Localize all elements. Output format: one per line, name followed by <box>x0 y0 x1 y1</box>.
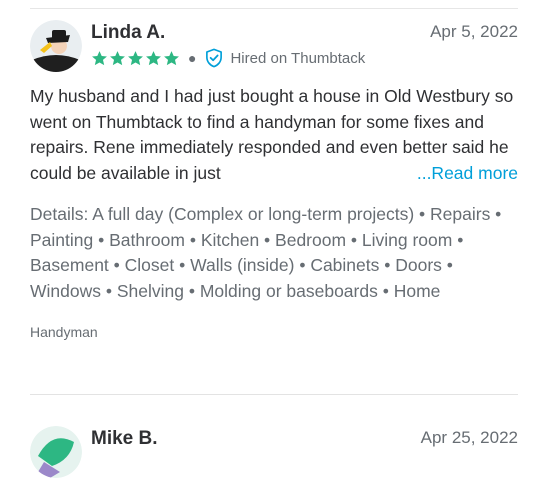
shield-check-icon <box>206 48 223 68</box>
review-card: Linda A. Apr 5, 2022 ● Hired on Thumbtac… <box>30 18 518 340</box>
review-date: Apr 5, 2022 <box>430 22 518 41</box>
text-fade <box>354 160 415 186</box>
service-tag: Handyman <box>30 324 98 340</box>
avatar-image <box>30 20 82 72</box>
read-more-container: ...Read more <box>354 160 518 186</box>
read-more-link[interactable]: ...Read more <box>414 160 518 186</box>
top-divider <box>30 8 518 9</box>
star-icon <box>110 50 125 65</box>
review-header: Mike B. Apr 25, 2022 <box>30 424 518 480</box>
review-card: Mike B. Apr 25, 2022 <box>30 424 518 480</box>
avatar[interactable] <box>30 426 82 478</box>
review-body: My husband and I had just bought a house… <box>30 84 518 186</box>
star-icon <box>164 50 179 65</box>
star-rating <box>91 50 180 67</box>
avatar-image <box>30 426 82 478</box>
review-divider <box>30 394 518 395</box>
hired-badge-label: Hired on Thumbtack <box>230 49 366 67</box>
star-icon <box>128 50 143 65</box>
reviewer-name: Linda A. <box>91 22 166 43</box>
reviewer-name: Mike B. <box>91 428 158 449</box>
avatar[interactable] <box>30 20 82 72</box>
review-header: Linda A. Apr 5, 2022 ● Hired on Thumbtac… <box>30 18 518 74</box>
star-icon <box>92 50 107 65</box>
review-details: Details: A full day (Complex or long-ter… <box>30 204 502 301</box>
review-meta: ● Hired on Thumbtack <box>91 48 365 68</box>
separator-dot: ● <box>188 50 197 66</box>
review-date: Apr 25, 2022 <box>420 428 518 447</box>
star-icon <box>146 50 161 65</box>
